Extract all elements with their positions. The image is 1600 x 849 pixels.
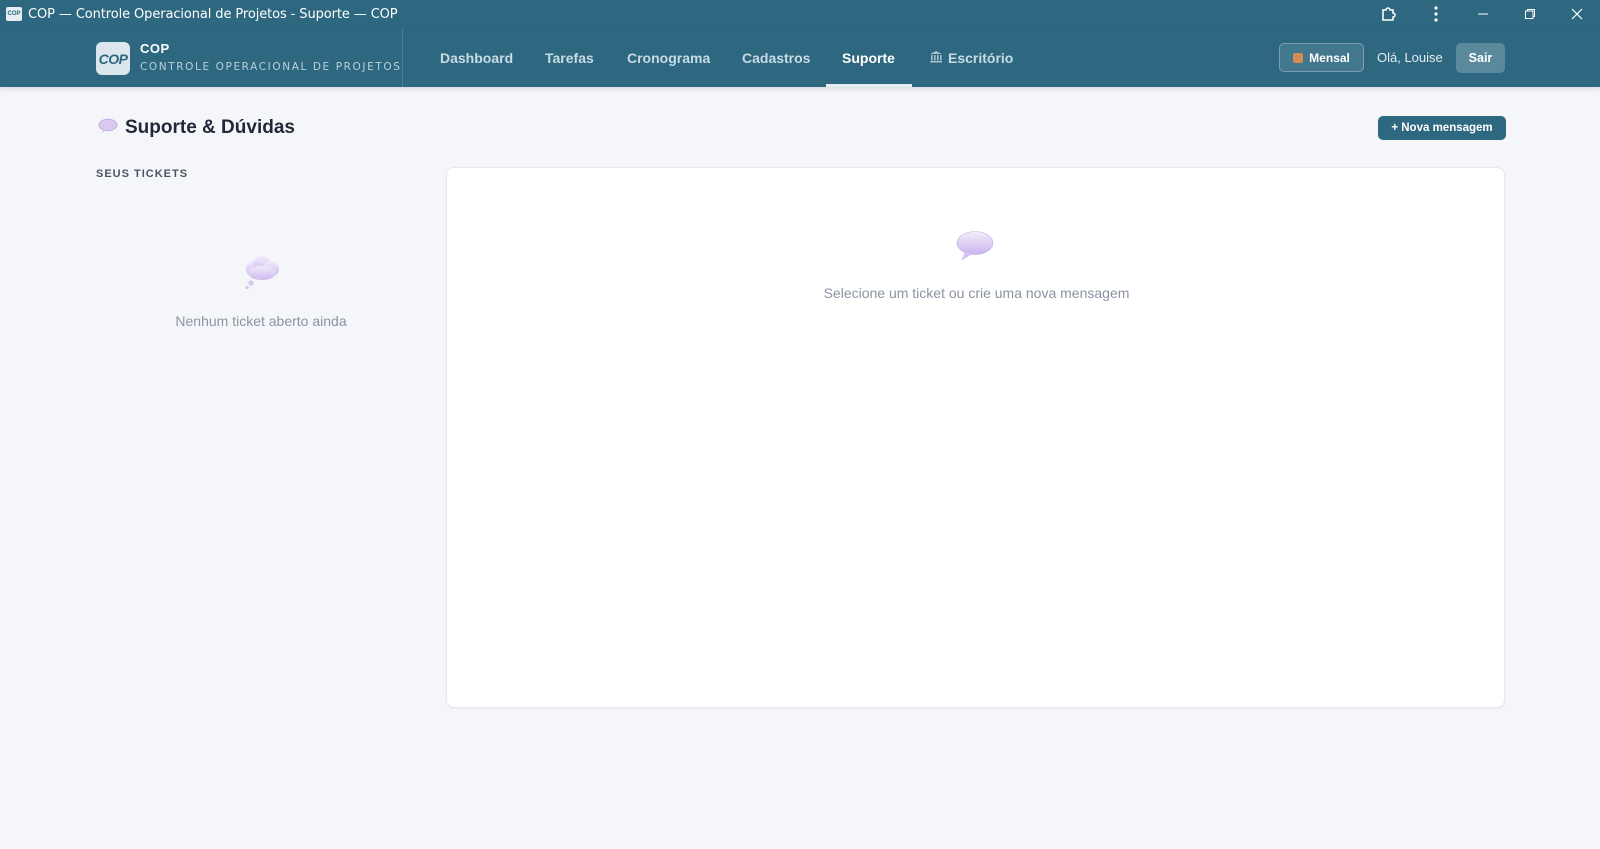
page-header: Suporte & Dúvidas [98, 116, 295, 140]
tab-tarefas[interactable]: Tarefas [545, 28, 594, 87]
brand-subtitle: CONTROLE OPERACIONAL DE PROJETOS [140, 61, 402, 73]
more-options-icon[interactable] [1412, 0, 1459, 28]
brand-title: COP [140, 41, 170, 56]
window-titlebar: COP COP — Controle Operacional de Projet… [0, 0, 1600, 28]
tab-escritorio[interactable]: Escritório [929, 28, 1013, 87]
logout-button[interactable]: Sair [1456, 43, 1505, 73]
tab-cadastros[interactable]: Cadastros [742, 28, 810, 87]
tab-suporte[interactable]: Suporte [842, 28, 895, 87]
speech-bubble-icon [98, 118, 118, 139]
bank-icon [929, 50, 943, 66]
tab-label: Suporte [842, 49, 895, 66]
app-logo[interactable]: COP [96, 42, 130, 75]
top-navbar: COP COP CONTROLE OPERACIONAL DE PROJETOS… [0, 28, 1600, 87]
tab-label: Cadastros [742, 49, 811, 66]
page-title: Suporte & Dúvidas [125, 117, 295, 138]
panel-placeholder-text: Selecione um ticket ou crie uma nova men… [823, 285, 1130, 301]
window-title: COP — Controle Operacional de Projetos -… [28, 6, 398, 22]
tab-dashboard[interactable]: Dashboard [440, 28, 513, 87]
app-favicon: COP [6, 7, 22, 21]
tickets-heading: SEUS TICKETS [96, 168, 189, 180]
window-controls [1365, 0, 1600, 28]
extensions-icon[interactable] [1365, 0, 1412, 28]
minimize-icon[interactable] [1459, 0, 1506, 28]
plan-badge[interactable]: Mensal [1279, 43, 1364, 72]
tab-label: Tarefas [545, 49, 594, 66]
thought-bubble-icon [242, 255, 282, 296]
tab-label: Dashboard [440, 49, 514, 66]
tab-label: Cronograma [627, 49, 711, 66]
conversation-panel: Selecione um ticket ou crie uma nova men… [446, 167, 1505, 708]
new-message-button[interactable]: + Nova mensagem [1378, 116, 1506, 140]
restore-icon[interactable] [1506, 0, 1553, 28]
speech-bubble-icon [955, 230, 995, 269]
nav-divider [402, 28, 403, 87]
active-tab-indicator [826, 84, 912, 87]
plan-label: Mensal [1309, 50, 1350, 65]
tab-label: Escritório [948, 49, 1014, 66]
box-icon [1293, 52, 1304, 63]
close-icon[interactable] [1553, 0, 1600, 28]
user-greeting: Olá, Louise [1377, 50, 1443, 65]
tab-cronograma[interactable]: Cronograma [627, 28, 710, 87]
empty-tickets-message: Nenhum ticket aberto ainda [175, 313, 347, 329]
